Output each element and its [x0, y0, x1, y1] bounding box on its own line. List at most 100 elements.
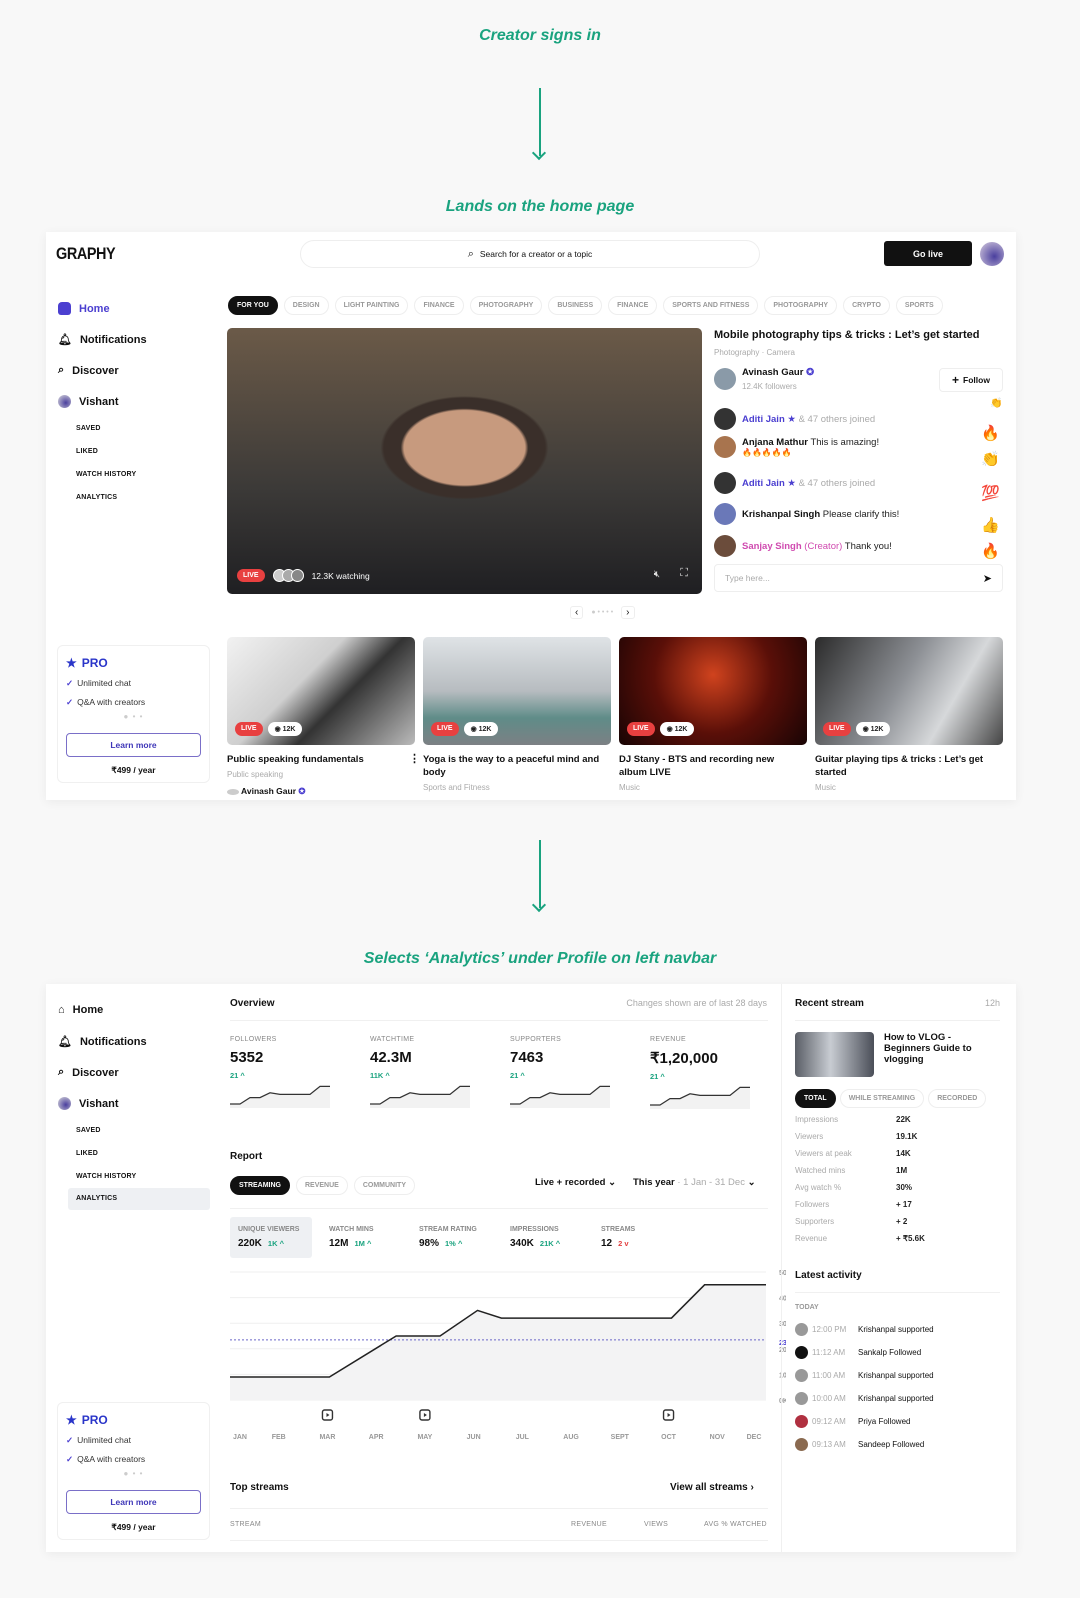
plus-icon: + [952, 373, 960, 387]
recent-stream-thumbnail[interactable] [795, 1032, 874, 1077]
more-options-icon[interactable]: ⋮ [409, 752, 420, 765]
sidebar-item-analytics-active[interactable]: ANALYTICS [76, 1195, 117, 1202]
follow-button[interactable]: + Follow [939, 368, 1003, 392]
stat-tab[interactable]: UNIQUE VIEWERS 220K 1K ^ [238, 1226, 299, 1249]
stream-marker-icon[interactable] [662, 1409, 675, 1421]
stream-title: Guitar playing tips & tricks : Let’s get… [815, 754, 984, 778]
chip-category[interactable]: BUSINESS [548, 296, 603, 315]
flow-arrow [539, 88, 541, 156]
x-tick-label: FEB [272, 1434, 286, 1441]
sidebar-item-profile[interactable]: Vishant [58, 1097, 119, 1110]
metric-sparkline [370, 1085, 470, 1108]
chip-category[interactable]: LIGHT PAINTING [334, 296, 409, 315]
stream-card[interactable]: DJ Stany - BTS and recording new album L… [619, 753, 804, 794]
recent-stream-tab[interactable]: RECORDED [928, 1089, 987, 1108]
search-input[interactable]: ⌕ Search for a creator or a topic [300, 240, 760, 268]
stream-card[interactable]: Guitar playing tips & tricks : Let’s get… [815, 753, 1000, 794]
stream-thumbnail[interactable]: LIVE ◉ 12K [619, 637, 807, 745]
carousel-dots: ● • • [123, 1469, 144, 1478]
sidebar-item-discover[interactable]: ⌕ Discover [58, 1066, 119, 1079]
stream-thumbnail[interactable]: LIVE ◉ 12K [815, 637, 1003, 745]
chevron-down-icon: ⌄ [747, 1177, 756, 1188]
chip-category[interactable]: CRYPTO [843, 296, 890, 315]
caption-analytics: Selects ‘Analytics’ under Profile on lef… [363, 950, 717, 967]
sidebar-item-liked[interactable]: LIKED [76, 1150, 98, 1157]
table-header[interactable]: STREAM [230, 1521, 261, 1528]
send-icon[interactable]: ➤ [983, 572, 992, 585]
view-all-streams-link[interactable]: View all streams › [670, 1482, 754, 1493]
sidebar-item-analytics[interactable]: ANALYTICS [76, 494, 117, 501]
sidebar-item-notifications[interactable]: 🔔︎ Notifications [58, 333, 147, 347]
sidebar-item-saved[interactable]: SAVED [76, 425, 101, 432]
sidebar-item-saved[interactable]: SAVED [76, 1127, 101, 1134]
chat-message: Krishanpal Singh Please clarify this! [714, 503, 899, 525]
report-tab[interactable]: REVENUE [296, 1176, 348, 1195]
chip-category[interactable]: FINANCE [608, 296, 658, 315]
stream-thumbnail[interactable]: LIVE ◉ 12K [227, 637, 415, 745]
profile-avatar[interactable] [980, 242, 1004, 266]
live-badge: LIVE [627, 722, 655, 736]
learn-more-button[interactable]: Learn more [66, 733, 201, 757]
chip-category[interactable]: SPORTS [895, 296, 943, 315]
sidebar-item-notifications[interactable]: 🔔︎ Notifications [58, 1035, 147, 1049]
stat-tab[interactable]: STREAMS 12 2 v [601, 1226, 635, 1249]
stream-marker-icon[interactable] [419, 1409, 431, 1421]
report-tab[interactable]: COMMUNITY [353, 1176, 416, 1195]
chat-message: Aditi Jain ★ & 47 others joined [714, 408, 875, 430]
sidebar-item-profile[interactable]: Vishant [58, 395, 119, 408]
report-tab[interactable]: STREAMING [230, 1176, 290, 1195]
avatar [58, 395, 71, 408]
fullscreen-icon[interactable]: ⛶ [680, 567, 688, 580]
metric-followers: FOLLOWERS 5352 21 ^ [230, 1036, 340, 1113]
viewer-avatars [272, 569, 304, 582]
stat-tab[interactable]: WATCH MINS 12M 1M ^ [329, 1226, 374, 1249]
learn-more-button[interactable]: Learn more [66, 1490, 201, 1514]
sidebar-item-watch-history[interactable]: WATCH HISTORY [76, 471, 136, 478]
home-icon: ⌂ [58, 1004, 65, 1016]
chat-input[interactable]: Type here... ➤ [714, 564, 1003, 592]
stream-card[interactable]: Yoga is the way to a peaceful mind and b… [423, 753, 608, 794]
stream-thumbnail[interactable]: LIVE ◉ 12K [423, 637, 611, 745]
chevron-right-icon: › [750, 1482, 754, 1493]
sidebar-item-home[interactable]: ⌂ Home [58, 1004, 103, 1016]
type-dropdown[interactable]: Live + recorded ⌄ [535, 1177, 616, 1188]
chip-category[interactable]: DESIGN [283, 296, 329, 315]
stream-category: Sports and Fitness [423, 783, 490, 792]
chip-category[interactable]: FOR YOU [228, 296, 278, 315]
stat-tab[interactable]: IMPRESSIONS 340K 21K ^ [510, 1226, 560, 1249]
table-header[interactable]: AVG % WATCHED [704, 1521, 767, 1528]
chevron-left-icon[interactable]: ‹ [570, 606, 584, 619]
recent-stream-stat: Watched mins 1M [795, 1166, 908, 1175]
chevron-right-icon[interactable]: › [621, 606, 635, 619]
chip-category[interactable]: SPORTS AND FITNESS [663, 296, 759, 315]
activity-item: 10:00 AM Krishanpal supported [795, 1392, 934, 1405]
sidebar-item-discover[interactable]: ⌕ Discover [58, 364, 119, 377]
eye-icon: ◉ [666, 726, 673, 733]
stream-card[interactable]: Public speaking fundamentals Public speak… [227, 753, 412, 798]
recent-stream-age: 12h [984, 998, 1000, 1008]
chip-category[interactable]: PHOTOGRAPHY [469, 296, 543, 315]
featured-video[interactable]: LIVE 12.3K watching 🔇︎ ⛶ [227, 328, 702, 594]
sidebar-item-home[interactable]: Home [58, 302, 110, 315]
activity-item: 11:00 AM Krishanpal supported [795, 1369, 934, 1382]
mute-icon[interactable]: 🔇︎ [654, 569, 660, 580]
sidebar-item-watch-history[interactable]: WATCH HISTORY [76, 1173, 136, 1180]
table-header[interactable]: REVENUE [571, 1521, 607, 1528]
pro-price: ₹499 / year [111, 765, 156, 775]
stat-tab[interactable]: STREAM RATING 98% 1% ^ [419, 1226, 477, 1249]
go-live-button[interactable]: Go live [884, 241, 972, 266]
chip-category[interactable]: PHOTOGRAPHY [764, 296, 838, 315]
period-dropdown[interactable]: This year · 1 Jan - 31 Dec ⌄ [633, 1177, 756, 1188]
recent-stream-stat: Impressions 22K [795, 1115, 911, 1124]
sidebar-item-liked[interactable]: LIKED [76, 448, 98, 455]
chat-avatar [714, 408, 736, 430]
x-tick-label: OCT [661, 1434, 677, 1441]
chat-message: Aditi Jain ★ & 47 others joined [714, 472, 875, 494]
table-header[interactable]: VIEWS [644, 1521, 668, 1528]
chip-category[interactable]: FINANCE [414, 296, 464, 315]
creator-followers: 12.4K followers [742, 382, 797, 391]
recent-stream-tab[interactable]: TOTAL [795, 1089, 836, 1108]
creator-name[interactable]: Avinash Gaur [742, 367, 803, 378]
recent-stream-tab[interactable]: WHILE STREAMING [839, 1089, 925, 1108]
stream-marker-icon[interactable] [321, 1409, 334, 1421]
